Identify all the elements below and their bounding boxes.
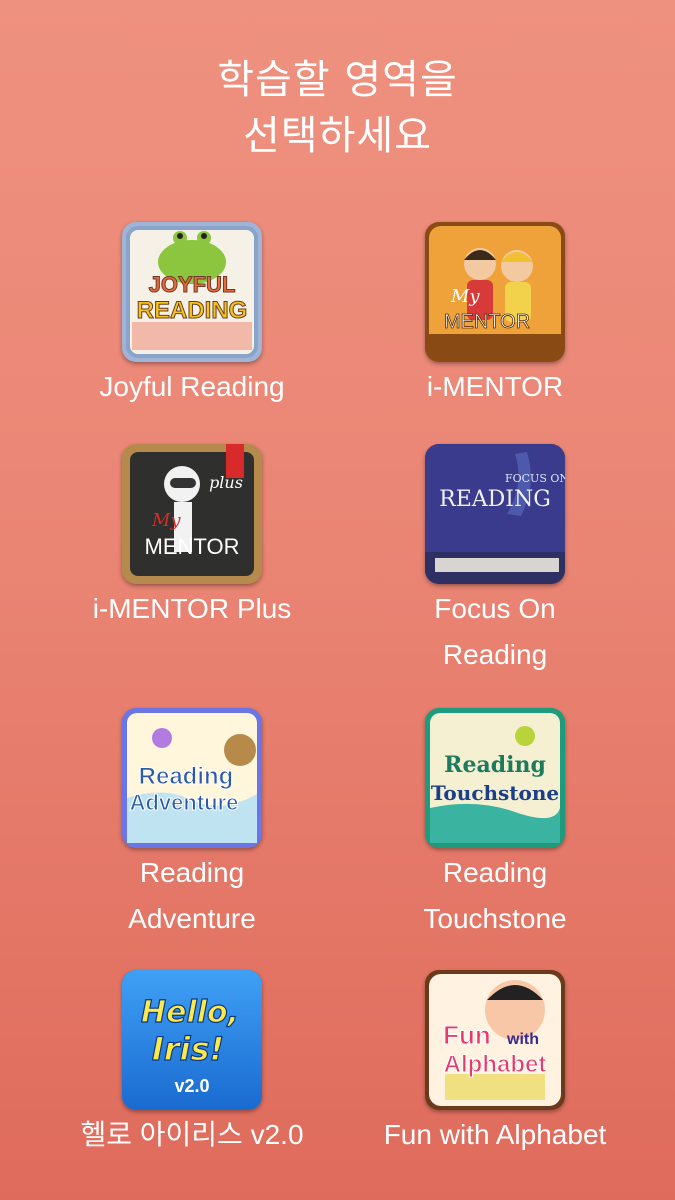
svg-text:Reading: Reading [444, 752, 546, 778]
svg-text:Touchstone: Touchstone [431, 781, 559, 805]
app-label: Joyful Reading [99, 371, 285, 402]
i-mentor-icon[interactable]: My MENTOR [425, 222, 565, 362]
app-hello-iris[interactable]: Hello, Iris! v2.0 헬로 아이리스 v2.0 [42, 970, 342, 1158]
svg-text:READING: READING [137, 297, 248, 324]
svg-text:My: My [450, 286, 480, 307]
app-label: Reading Adventure [128, 857, 256, 934]
svg-text:Iris!: Iris! [152, 1030, 224, 1068]
svg-text:with: with [506, 1031, 539, 1048]
svg-text:FOCUS ON: FOCUS ON [505, 472, 565, 485]
focus-on-reading-icon[interactable]: FOCUS ON READING [425, 444, 565, 584]
title-line-2: 선택하세요 [243, 113, 432, 159]
app-focus-on-reading[interactable]: FOCUS ON READING Focus On Reading [345, 444, 645, 678]
app-label: Reading Touchstone [423, 857, 567, 934]
svg-text:Hello,: Hello, [141, 995, 239, 1030]
app-reading-touchstone[interactable]: Reading Touchstone Reading Touchstone [345, 708, 645, 942]
svg-text:MENTOR: MENTOR [145, 534, 240, 559]
app-label: 헬로 아이리스 v2.0 [80, 1119, 304, 1150]
svg-text:Adventure: Adventure [130, 790, 239, 815]
svg-text:Fun: Fun [443, 1020, 491, 1050]
app-label: i-MENTOR [426, 371, 564, 402]
svg-text:JOYFUL: JOYFUL [149, 272, 236, 297]
reading-touchstone-icon[interactable]: Reading Touchstone [425, 708, 565, 848]
svg-text:My: My [151, 510, 181, 531]
app-label: Focus On Reading [434, 593, 556, 670]
hello-iris-icon[interactable]: Hello, Iris! v2.0 [122, 970, 262, 1110]
title-line-1: 학습할 영역을 [217, 57, 458, 103]
app-label: i-MENTOR Plus [92, 593, 292, 624]
fun-with-alphabet-icon[interactable]: Fun with Alphabet [425, 970, 565, 1110]
app-reading-adventure[interactable]: Reading Adventure Reading Adventure [42, 708, 342, 942]
i-mentor-plus-icon[interactable]: plus My MENTOR [122, 444, 262, 584]
app-joyful-reading[interactable]: JOYFUL READING Joyful Reading [42, 222, 342, 410]
svg-text:Alphabet: Alphabet [444, 1051, 547, 1078]
svg-text:Reading: Reading [139, 763, 234, 790]
svg-text:v2.0: v2.0 [174, 1076, 209, 1096]
svg-text:plus: plus [209, 473, 243, 492]
page-title: 학습할 영역을 선택하세요 [0, 52, 675, 164]
app-label: Fun with Alphabet [383, 1119, 607, 1150]
app-fun-with-alphabet[interactable]: Fun with Alphabet Fun with Alphabet [345, 970, 645, 1158]
joyful-reading-icon[interactable]: JOYFUL READING [122, 222, 262, 362]
app-i-mentor[interactable]: My MENTOR i-MENTOR [345, 222, 645, 410]
svg-text:MENTOR: MENTOR [444, 311, 530, 333]
svg-text:READING: READING [439, 487, 551, 512]
app-i-mentor-plus[interactable]: plus My MENTOR i-MENTOR Plus [42, 444, 342, 632]
reading-adventure-icon[interactable]: Reading Adventure [122, 708, 262, 848]
